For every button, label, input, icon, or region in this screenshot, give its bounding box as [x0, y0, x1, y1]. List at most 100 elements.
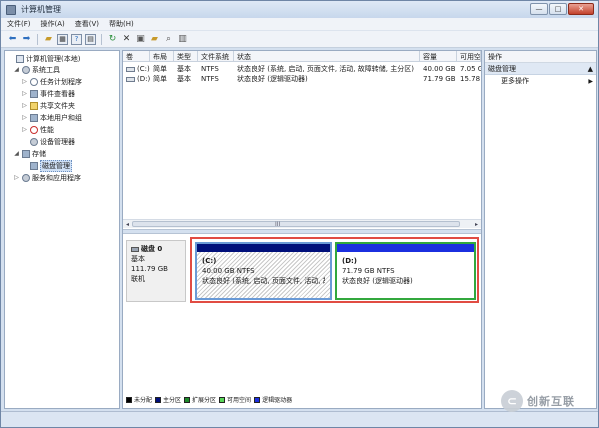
- free-cell: 7.05 G: [460, 65, 481, 73]
- tree-label: 事件查看器: [40, 89, 75, 98]
- tree-services-applications[interactable]: ▷ 服务和应用程序: [13, 172, 81, 183]
- menu-file[interactable]: 文件(F): [7, 19, 31, 29]
- disk-0-info[interactable]: 磁盘 0 基本 111.79 GB 联机: [126, 240, 186, 302]
- scroll-thumb[interactable]: III: [132, 221, 460, 228]
- filesystem-cell: NTFS: [201, 75, 219, 83]
- partition-body: (D:) 71.79 GB NTFS 状态良好 (逻辑驱动器): [337, 252, 474, 298]
- more-actions-item[interactable]: 更多操作 ▶: [485, 75, 596, 87]
- col-type[interactable]: 类型: [174, 51, 198, 62]
- up-folder-icon[interactable]: ▰: [43, 34, 54, 45]
- scroll-left-icon[interactable]: ◂: [123, 220, 132, 228]
- computer-management-window: 计算机管理 — □ ✕ 文件(F) 操作(A) 查看(V) 帮助(H) ⬅ ➡ …: [0, 0, 599, 428]
- open-icon[interactable]: ▰: [149, 34, 160, 45]
- close-button[interactable]: ✕: [568, 3, 594, 15]
- delete-icon[interactable]: ✕: [121, 34, 132, 45]
- show-tree-icon[interactable]: ▦: [57, 33, 68, 45]
- col-filesystem[interactable]: 文件系统: [198, 51, 234, 62]
- capacity-cell: 40.00 GB: [423, 65, 456, 73]
- logical-drive-bar: [337, 244, 474, 252]
- tree-expander[interactable]: ▷: [21, 126, 28, 133]
- disk-graphical-view: 磁盘 0 基本 111.79 GB 联机 (C:) 40.00 GB NTFS …: [123, 235, 481, 408]
- folder-icon: [30, 101, 38, 110]
- collapse-icon[interactable]: ▲: [588, 65, 593, 73]
- console-icon[interactable]: ▤: [85, 33, 96, 45]
- tree-device-manager[interactable]: 设备管理器: [21, 136, 75, 147]
- drive-icon: [126, 66, 135, 72]
- legend-logical-drive: 逻辑驱动器: [254, 395, 292, 404]
- horizontal-scrollbar[interactable]: ◂ III ▸: [123, 219, 481, 228]
- legend-swatch: [219, 396, 226, 403]
- help-icon[interactable]: ?: [71, 33, 82, 45]
- tree-expander[interactable]: ▷: [21, 90, 28, 97]
- volume-row[interactable]: (D:) 简单 基本 NTFS 状态良好 (逻辑驱动器) 71.79 GB 15…: [123, 74, 481, 84]
- tree-event-viewer[interactable]: ▷ 事件查看器: [21, 88, 75, 99]
- tree-label: 磁盘管理: [40, 159, 72, 172]
- status-cell: 状态良好 (系统, 启动, 页面文件, 活动, 故障转储, 主分区): [237, 65, 414, 73]
- partition-name: (C:): [202, 257, 217, 265]
- tree-shared-folders[interactable]: ▷ 共享文件夹: [21, 100, 75, 111]
- col-status[interactable]: 状态: [234, 51, 420, 62]
- tree-label: 性能: [40, 125, 54, 134]
- menu-help[interactable]: 帮助(H): [109, 19, 134, 29]
- actions-section-disk-management[interactable]: 磁盘管理 ▲: [485, 63, 596, 75]
- scroll-right-icon[interactable]: ▸: [472, 220, 481, 228]
- maximize-button[interactable]: □: [549, 3, 567, 15]
- tree-disk-management[interactable]: 磁盘管理: [21, 159, 72, 172]
- forward-arrow-icon[interactable]: ➡: [21, 34, 32, 45]
- partition-status: 状态良好 (逻辑驱动器): [342, 277, 413, 285]
- tree-system-tools[interactable]: ◢ 系统工具: [13, 64, 60, 75]
- find-icon[interactable]: ⌕: [163, 34, 174, 45]
- legend-free-space: 可用空间: [219, 395, 251, 404]
- col-free[interactable]: 可用空: [457, 51, 481, 62]
- storage-icon: [22, 149, 30, 158]
- computer-icon: [16, 54, 24, 63]
- properties-icon[interactable]: ▣: [135, 34, 146, 45]
- layout-cell: 简单: [153, 65, 167, 73]
- col-layout[interactable]: 布局: [150, 51, 174, 62]
- legend-swatch: [254, 396, 261, 403]
- legend-swatch: [126, 396, 132, 403]
- window-title: 计算机管理: [21, 5, 61, 14]
- disk-management-icon: [30, 161, 38, 170]
- partition-name: (D:): [342, 257, 358, 265]
- partition-c[interactable]: (C:) 40.00 GB NTFS 状态良好 (系统, 启动, 页面文件, 活…: [195, 242, 332, 300]
- tree-task-scheduler[interactable]: ▷ 任务计划程序: [21, 76, 82, 87]
- clock-icon: [30, 77, 38, 86]
- refresh-icon[interactable]: ↻: [107, 34, 118, 45]
- tree-storage[interactable]: ◢ 存储: [13, 148, 46, 159]
- menu-view[interactable]: 查看(V): [75, 19, 99, 29]
- menu-action[interactable]: 操作(A): [41, 19, 65, 29]
- disk-title: 磁盘 0: [131, 244, 181, 254]
- tree-expander[interactable]: ▷: [13, 174, 20, 181]
- device-manager-icon: [30, 137, 38, 146]
- tree-computer-management[interactable]: 计算机管理(本地): [7, 53, 80, 64]
- tree-label: 任务计划程序: [40, 77, 82, 86]
- toolbar: ⬅ ➡ ▰ ▦ ? ▤ ↻ ✕ ▣ ▰ ⌕ ▥: [1, 31, 598, 48]
- col-volume[interactable]: 卷: [123, 51, 150, 62]
- legend-primary: 主分区: [155, 395, 181, 404]
- pane-splitter[interactable]: [123, 229, 481, 234]
- col-capacity[interactable]: 容量: [420, 51, 457, 62]
- tree-local-users-groups[interactable]: ▷ 本地用户和组: [21, 112, 82, 123]
- disk-size: 111.79 GB: [131, 265, 168, 273]
- submenu-arrow-icon: ▶: [588, 77, 593, 85]
- status-bar: [1, 411, 598, 427]
- view-icon[interactable]: ▥: [177, 34, 188, 45]
- volume-cell: (C:): [123, 65, 150, 73]
- partition-d[interactable]: (D:) 71.79 GB NTFS 状态良好 (逻辑驱动器): [335, 242, 476, 300]
- legend: 未分配 主分区 扩展分区 可用空间 逻辑驱动器: [126, 395, 292, 404]
- disk-type: 基本: [131, 255, 145, 263]
- tools-icon: [22, 65, 30, 74]
- tree-performance[interactable]: ▷ 性能: [21, 124, 54, 135]
- back-arrow-icon[interactable]: ⬅: [7, 34, 18, 45]
- volume-row[interactable]: (C:) 简单 基本 NTFS 状态良好 (系统, 启动, 页面文件, 活动, …: [123, 64, 481, 74]
- tree-expander[interactable]: ◢: [13, 150, 20, 157]
- toolbar-separator: [37, 33, 38, 45]
- tree-expander[interactable]: ▷: [21, 114, 28, 121]
- minimize-button[interactable]: —: [530, 3, 548, 15]
- tree-expander[interactable]: ▷: [21, 102, 28, 109]
- tree-expander[interactable]: ▷: [21, 78, 28, 85]
- tree-label: 系统工具: [32, 65, 60, 74]
- tree-label: 计算机管理(本地): [26, 54, 81, 63]
- tree-expander[interactable]: ◢: [13, 66, 20, 73]
